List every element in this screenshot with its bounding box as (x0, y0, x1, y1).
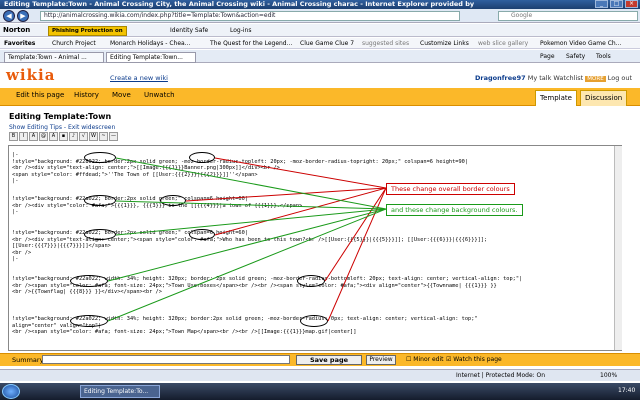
summary-input[interactable] (42, 355, 290, 364)
username-link[interactable]: Dragonfree97 (475, 74, 526, 82)
image-icon[interactable]: ▪ (59, 132, 68, 141)
page-menu[interactable]: Page (540, 51, 555, 62)
favorite-link[interactable]: Pokemon Video Game Ch... (540, 38, 640, 49)
wikia-logo[interactable]: wikia (6, 66, 55, 84)
page-title: Editing Template:Town (9, 112, 112, 121)
my-talk-link[interactable]: My talk (528, 74, 552, 82)
unwatch-tab[interactable]: Unwatch (144, 91, 175, 99)
safety-menu[interactable]: Safety (566, 51, 585, 62)
highlight-ellipse (297, 275, 325, 287)
start-button-icon[interactable] (2, 384, 20, 399)
phishing-badge[interactable]: Phishing Protection on (48, 26, 127, 36)
clock: 17:40 (618, 387, 636, 394)
summary-label: Summary: (12, 356, 46, 364)
media-icon[interactable]: ♪ (69, 132, 78, 141)
browser-tab-active[interactable]: Editing Template:Town... (106, 52, 196, 63)
link-icon[interactable]: A (29, 132, 38, 141)
highlight-ellipse (84, 152, 116, 163)
security-zone: Internet | Protected Mode: On (456, 372, 546, 379)
nowiki-icon[interactable]: W (89, 132, 98, 141)
search-input[interactable]: Google (498, 11, 638, 21)
forward-icon[interactable]: ▶ (17, 10, 29, 22)
discussion-tab[interactable]: Discussion (580, 90, 628, 106)
logout-link[interactable]: Log out (608, 74, 632, 82)
create-wiki-link[interactable]: Create a new wiki (110, 74, 168, 82)
favorite-link[interactable]: The Quest for the Legend... (210, 38, 292, 49)
edit-toolbar: B I A @ A ▪ ♪ √ W ~ — (9, 132, 139, 143)
history-tab[interactable]: History (74, 91, 99, 99)
code-block: |- !style="background: #228022; border:2… (12, 152, 469, 184)
norton-logo: Norton (3, 26, 31, 34)
textarea-scrollbar[interactable] (614, 146, 622, 350)
user-links: Dragonfree97 My talk Watchlist MORE Log … (475, 74, 632, 82)
window-title: Editing Template:Town - Animal Crossing … (0, 0, 640, 9)
math-icon[interactable]: √ (79, 132, 88, 141)
minimize-icon[interactable]: _ (595, 0, 608, 8)
border-callout: These change overall border colours (386, 183, 515, 195)
browser-tab[interactable]: Template:Town - Animal ... (4, 52, 104, 63)
heading-icon[interactable]: A (49, 132, 58, 141)
minor-edit-label: Minor edit (413, 356, 444, 363)
highlight-ellipse (189, 152, 215, 163)
favorite-link[interactable]: web slice gallery (478, 38, 528, 49)
template-tab[interactable]: Template (535, 90, 577, 106)
identity-safe-button[interactable]: Identity Safe (170, 25, 208, 36)
highlight-ellipse (160, 195, 186, 206)
highlight-ellipse (300, 315, 328, 327)
favorites-button[interactable]: Favorites (4, 38, 35, 49)
editing-tips-link[interactable]: Show Editing Tips - Exit widescreen (9, 124, 115, 131)
move-tab[interactable]: Move (112, 91, 131, 99)
favorite-link[interactable]: Monarch Holidays - Chea... (110, 38, 190, 49)
address-input[interactable]: http://animalcrossing.wikia.com/index.ph… (40, 11, 460, 21)
tools-menu[interactable]: Tools (596, 51, 611, 62)
code-block: !style="background: #22a022; border:2px … (12, 196, 303, 215)
highlight-ellipse (189, 229, 215, 240)
bold-icon[interactable]: B (9, 132, 18, 141)
italic-icon[interactable]: I (19, 132, 28, 141)
external-link-icon[interactable]: @ (39, 132, 48, 141)
favorite-link[interactable]: Church Project (52, 38, 96, 49)
rule-icon[interactable]: — (109, 132, 118, 141)
edit-page-tab[interactable]: Edit this page (16, 91, 64, 99)
highlight-ellipse (70, 315, 108, 327)
signature-icon[interactable]: ~ (99, 132, 108, 141)
preview-button[interactable]: Preview (366, 355, 396, 365)
highlight-ellipse (70, 275, 108, 287)
watch-page-checkbox[interactable]: ☑ Watch this page (446, 356, 502, 363)
highlight-ellipse (84, 229, 116, 240)
watchlist-link[interactable]: Watchlist (553, 74, 583, 82)
watch-page-label: Watch this page (453, 356, 502, 363)
nav-buttons: ◀ ▶ (3, 10, 33, 22)
favorite-link[interactable]: Clue Game Clue 7 (300, 38, 354, 49)
favorite-link[interactable]: Customize Links (420, 38, 469, 49)
background-callout: and these change background colours. (386, 204, 523, 216)
zoom-level[interactable]: 100% (600, 372, 617, 379)
favorite-link[interactable]: suggested sites (362, 38, 409, 49)
save-button[interactable]: Save page (296, 355, 362, 365)
taskbar-item[interactable]: Editing Template:To... (80, 385, 160, 398)
back-icon[interactable]: ◀ (3, 10, 15, 22)
window-controls: _ □ × (595, 0, 638, 9)
login-button[interactable]: Log-ins (230, 25, 251, 36)
more-button[interactable]: MORE (585, 76, 606, 82)
minor-edit-checkbox[interactable]: ☐ Minor edit (406, 356, 444, 363)
maximize-icon[interactable]: □ (610, 0, 623, 8)
highlight-ellipse (84, 195, 116, 206)
close-icon[interactable]: × (625, 0, 638, 8)
